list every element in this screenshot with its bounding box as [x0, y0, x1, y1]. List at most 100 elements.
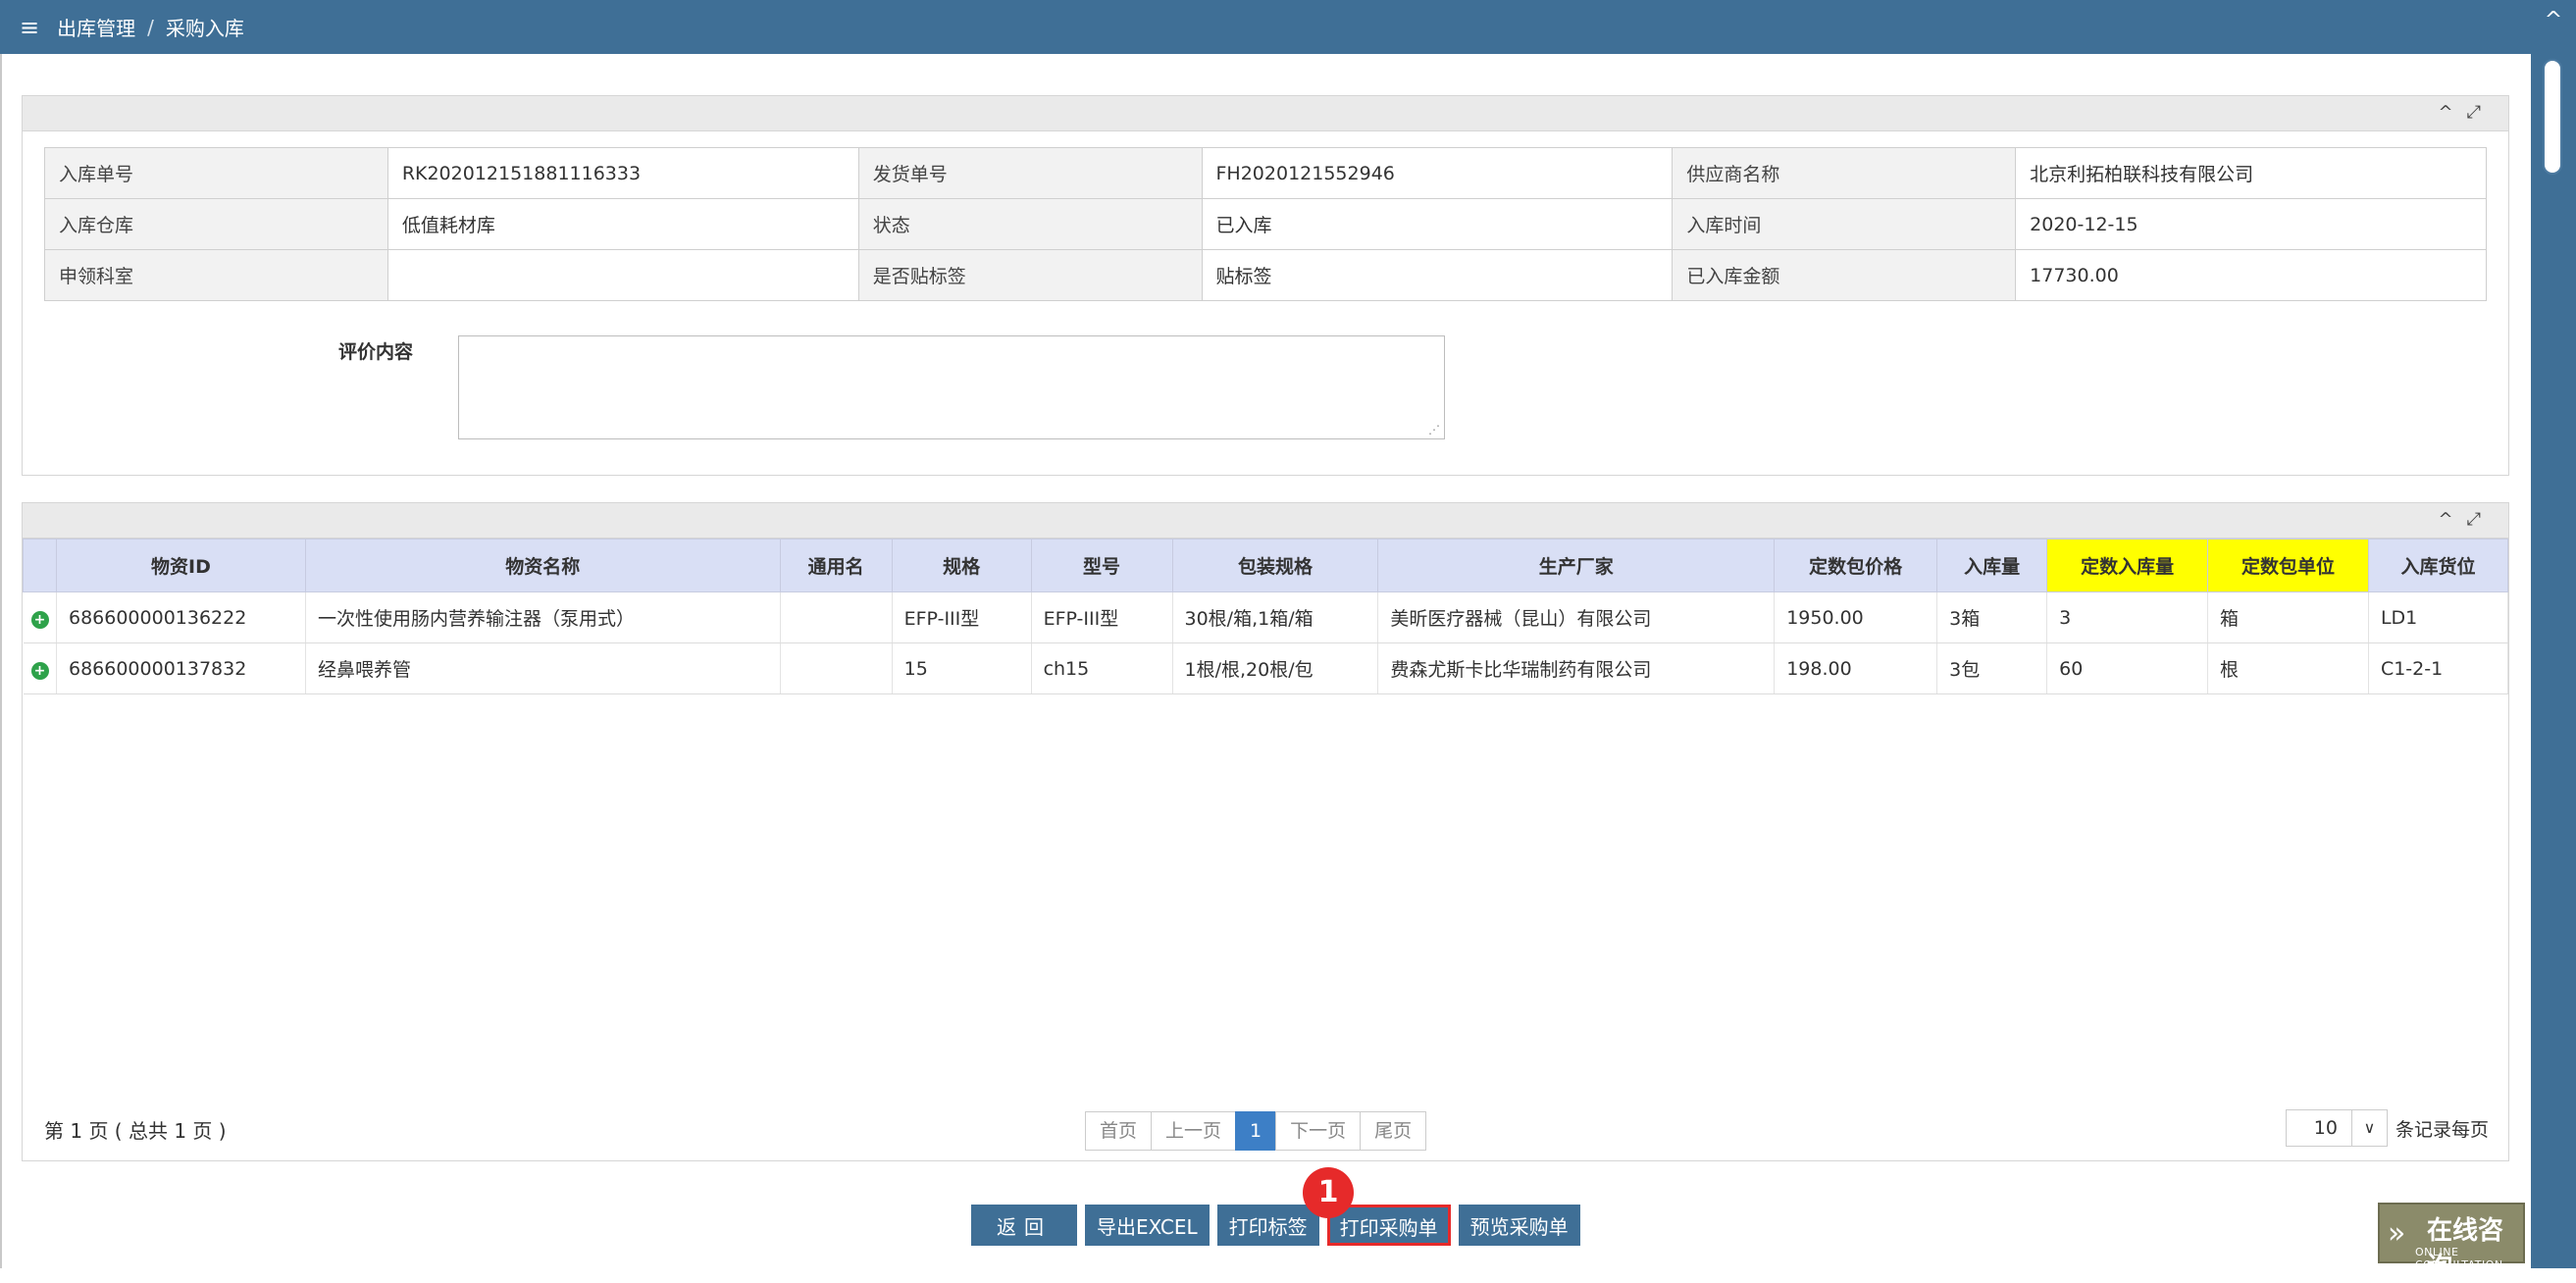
receipt-info-panel: ^⤢ 入库单号 RK202012151881116333 发货单号 FH2020…: [22, 95, 2509, 476]
per-page-value: 10: [2313, 1117, 2338, 1139]
current-page-button[interactable]: 1: [1235, 1111, 1277, 1151]
evaluation-label: 评价内容: [338, 341, 414, 363]
column-header[interactable]: 通用名: [779, 539, 893, 592]
cell-quantity: 3箱: [1936, 591, 2048, 643]
info-value: RK202012151881116333: [386, 147, 859, 199]
column-header[interactable]: 物资名称: [304, 539, 781, 592]
items-table: 物资ID 物资名称 通用名 规格 型号 包装规格 生产厂家 定数包价格 入库量 …: [23, 539, 2509, 694]
panel-header: ^⤢: [23, 96, 2508, 131]
menu-icon[interactable]: ≡: [20, 14, 39, 41]
column-header-highlighted[interactable]: 定数包单位: [2207, 539, 2369, 592]
next-page-button[interactable]: 下一页: [1275, 1111, 1362, 1151]
panel-header: ^⤢: [23, 503, 2508, 539]
cell-fixed-quantity: 60: [2046, 642, 2209, 694]
cell-package-spec: 1根/根,20根/包: [1172, 642, 1379, 694]
pager: 首页 上一页 1 下一页 尾页: [1085, 1111, 1427, 1151]
per-page-label: 条记录每页: [2395, 1118, 2489, 1141]
per-page-control: 10 ∨ 条记录每页: [2285, 1109, 2489, 1147]
per-page-select[interactable]: 10 ∨: [2285, 1109, 2388, 1147]
cell-item-id: 686600000137832: [56, 642, 306, 694]
step-marker-badge: 1: [1303, 1167, 1354, 1218]
info-value: 17730.00: [2015, 249, 2487, 301]
info-label: 状态: [857, 198, 1203, 250]
breadcrumb-separator: /: [147, 15, 154, 39]
info-value: 低值耗材库: [386, 198, 859, 250]
cell-fixed-unit: 箱: [2207, 591, 2369, 643]
cell-item-name: 一次性使用肠内营养输注器（泵用式）: [305, 591, 781, 643]
info-value: 2020-12-15: [2015, 198, 2487, 250]
prev-page-button[interactable]: 上一页: [1151, 1111, 1237, 1151]
collapse-icon[interactable]: ^: [2439, 102, 2467, 123]
cell-package-price: 1950.00: [1774, 591, 1938, 643]
info-row: 申领科室 是否贴标签 贴标签 已入库金额 17730.00: [44, 249, 2487, 301]
column-header[interactable]: 入库量: [1936, 539, 2048, 592]
top-bar: ≡ 出库管理 / 采购入库: [0, 0, 2531, 54]
panel-tools: ^⤢: [2439, 509, 2496, 530]
expand-cell[interactable]: +: [23, 642, 57, 694]
expand-cell[interactable]: +: [23, 591, 57, 643]
table-row[interactable]: + 686600000136222 一次性使用肠内营养输注器（泵用式） EFP-…: [23, 591, 2509, 643]
export-excel-button[interactable]: 导出EXCEL: [1085, 1205, 1210, 1246]
cell-item-name: 经鼻喂养管: [305, 642, 781, 694]
info-label: 申领科室: [44, 249, 388, 301]
breadcrumb-parent[interactable]: 出库管理: [57, 13, 135, 41]
column-header-highlighted[interactable]: 定数入库量: [2046, 539, 2209, 592]
chevron-right-icon: »: [2388, 1216, 2406, 1251]
column-header[interactable]: 入库货位: [2367, 539, 2509, 592]
column-header[interactable]: 型号: [1030, 539, 1173, 592]
chevron-down-icon[interactable]: ∨: [2350, 1110, 2387, 1146]
expand-column-header: [23, 539, 57, 592]
table-header-row: 物资ID 物资名称 通用名 规格 型号 包装规格 生产厂家 定数包价格 入库量 …: [23, 539, 2509, 592]
online-consultation-widget[interactable]: » 在线咨询 ONLINE CONSULTATION: [2378, 1203, 2525, 1282]
cell-item-id: 686600000136222: [56, 591, 306, 643]
column-header[interactable]: 生产厂家: [1377, 539, 1776, 592]
info-label: 已入库金额: [1672, 249, 2017, 301]
info-row: 入库仓库 低值耗材库 状态 已入库 入库时间 2020-12-15: [44, 198, 2487, 250]
info-row: 入库单号 RK202012151881116333 发货单号 FH2020121…: [44, 147, 2487, 199]
back-button[interactable]: 返回: [971, 1205, 1077, 1246]
info-value: 贴标签: [1201, 249, 1674, 301]
pagination-bar: 第 1 页 ( 总共 1 页 ) 首页 上一页 1 下一页 尾页 10 ∨ 条记…: [23, 1098, 2508, 1160]
resize-grip-icon[interactable]: ⋰: [1428, 423, 1440, 436]
panel-tools: ^⤢: [2439, 102, 2496, 123]
expand-icon[interactable]: ⤢: [2467, 102, 2495, 123]
expand-icon[interactable]: ⤢: [2467, 509, 2495, 530]
breadcrumb-current: 采购入库: [165, 17, 244, 40]
cell-quantity: 3包: [1936, 642, 2048, 694]
column-header[interactable]: 物资ID: [55, 539, 306, 592]
page-info: 第 1 页 ( 总共 1 页 ): [44, 1119, 227, 1143]
info-label: 供应商名称: [1672, 147, 2017, 199]
print-label-button[interactable]: 打印标签: [1216, 1205, 1319, 1246]
column-header[interactable]: 包装规格: [1171, 539, 1379, 592]
consult-subtitle: ONLINE CONSULTATION: [2415, 1246, 2503, 1271]
vertical-scrollbar[interactable]: ^: [2531, 0, 2576, 1268]
receipt-info-table: 入库单号 RK202012151881116333 发货单号 FH2020121…: [44, 147, 2487, 301]
expand-row-icon[interactable]: +: [30, 661, 49, 680]
cell-manufacturer: 费森尤斯卡比华瑞制药有限公司: [1377, 642, 1776, 694]
evaluation-textarea[interactable]: ⋰: [458, 335, 1445, 439]
cell-spec: 15: [892, 642, 1032, 694]
cell-fixed-unit: 根: [2207, 642, 2369, 694]
last-page-button[interactable]: 尾页: [1360, 1111, 1427, 1151]
cell-generic-name: [780, 642, 893, 694]
cell-model: EFP-III型: [1031, 591, 1173, 643]
table-row[interactable]: + 686600000137832 经鼻喂养管 15 ch15 1根/根,20根…: [23, 642, 2509, 694]
items-grid-panel: ^⤢ 物资ID 物资名称 通用名 规格 型号 包装规格 生产厂家 定数包价格 入…: [22, 502, 2509, 1161]
info-label: 发货单号: [857, 147, 1203, 199]
scroll-up-icon[interactable]: ^: [2531, 8, 2576, 32]
column-header[interactable]: 规格: [891, 539, 1032, 592]
column-header[interactable]: 定数包价格: [1774, 539, 1938, 592]
first-page-button[interactable]: 首页: [1085, 1111, 1153, 1151]
info-label: 入库仓库: [44, 198, 388, 250]
preview-purchase-order-button[interactable]: 预览采购单: [1458, 1205, 1580, 1246]
info-value: 北京利拓柏联科技有限公司: [2015, 147, 2487, 199]
cell-model: ch15: [1031, 642, 1173, 694]
expand-row-icon[interactable]: +: [30, 610, 49, 629]
info-label: 入库时间: [1672, 198, 2017, 250]
cell-manufacturer: 美昕医疗器械（昆山）有限公司: [1377, 591, 1776, 643]
cell-location: LD1: [2368, 591, 2509, 643]
scroll-thumb[interactable]: [2543, 59, 2562, 175]
collapse-icon[interactable]: ^: [2439, 509, 2467, 530]
cell-generic-name: [780, 591, 893, 643]
cell-fixed-quantity: 3: [2046, 591, 2209, 643]
